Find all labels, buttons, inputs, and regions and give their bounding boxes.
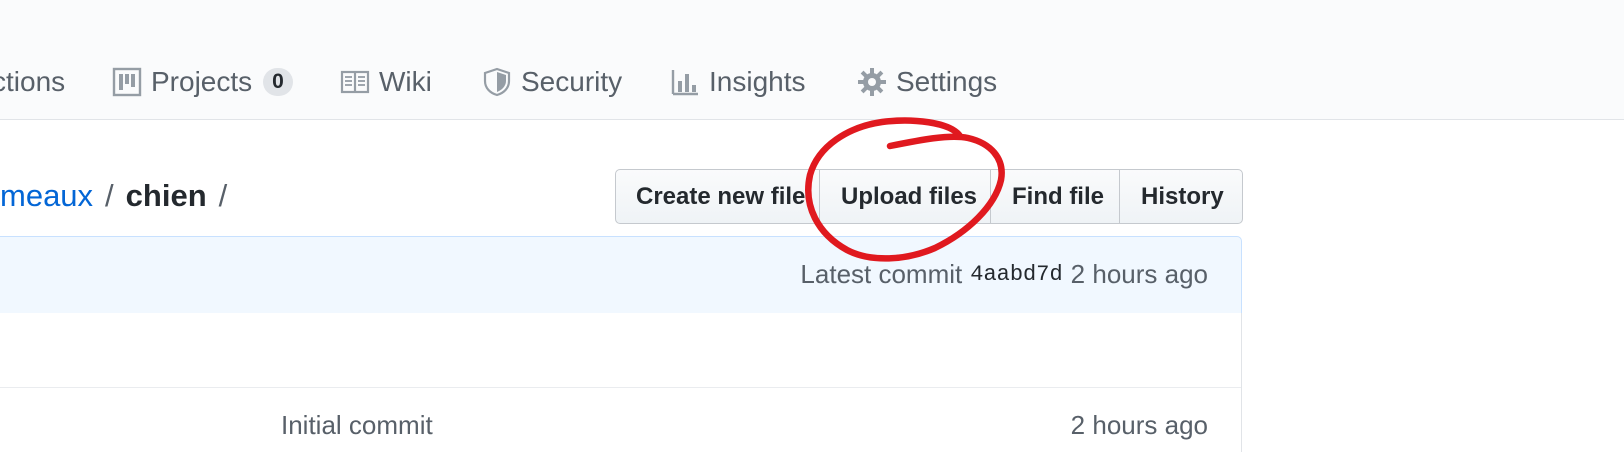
book-icon <box>340 70 370 94</box>
find-file-button[interactable]: Find file <box>991 170 1120 223</box>
nav-tab-security[interactable]: Security <box>482 60 622 104</box>
breadcrumb-parent-link[interactable]: meaux <box>0 178 93 214</box>
table-row[interactable] <box>0 313 1241 388</box>
graph-icon <box>671 70 698 96</box>
table-row[interactable]: Initial commit 2 hours ago <box>0 388 1241 452</box>
nav-tab-actions[interactable]: ctions <box>0 60 65 104</box>
file-actions-button-group: Create new file Upload files Find file H… <box>615 169 1243 224</box>
projects-count-badge: 0 <box>263 68 293 96</box>
latest-commit-label: Latest commit <box>800 259 963 289</box>
nav-tab-wiki[interactable]: Wiki <box>340 60 432 104</box>
breadcrumb-trailing-separator: / <box>218 178 228 213</box>
file-list: Initial commit 2 hours ago <box>0 313 1242 452</box>
nav-tab-settings-label: Settings <box>896 66 998 97</box>
nav-tab-actions-label: ctions <box>0 66 66 97</box>
repo-nav: ctions Projects 0 Wiki Security <box>0 0 1624 120</box>
nav-tab-projects[interactable]: Projects 0 <box>112 60 293 104</box>
breadcrumb-current-folder: chien <box>125 178 207 213</box>
shield-icon <box>483 67 511 97</box>
row-age: 2 hours ago <box>1070 410 1208 440</box>
nav-tab-insights[interactable]: Insights <box>670 60 806 104</box>
nav-tab-settings[interactable]: Settings <box>857 60 997 104</box>
project-board-icon <box>112 67 142 97</box>
breadcrumb: meaux / chien / <box>0 174 239 218</box>
create-new-file-button[interactable]: Create new file <box>616 170 820 223</box>
commit-sha-link[interactable]: 4aabd7d <box>970 262 1062 287</box>
latest-commit-bar: Latest commit 4aabd7d 2 hours ago <box>0 236 1242 314</box>
breadcrumb-separator: / <box>105 178 114 213</box>
nav-tab-projects-label: Projects <box>151 66 253 97</box>
commit-message[interactable]: Initial commit <box>281 410 433 441</box>
nav-tab-insights-label: Insights <box>709 66 806 97</box>
nav-tab-wiki-label: Wiki <box>379 66 432 97</box>
commit-age: 2 hours ago <box>1070 259 1208 289</box>
nav-tab-security-label: Security <box>521 66 623 97</box>
history-button[interactable]: History <box>1120 170 1242 223</box>
upload-files-button[interactable]: Upload files <box>820 170 991 223</box>
gear-icon <box>858 68 886 96</box>
latest-commit-info: Latest commit 4aabd7d 2 hours ago <box>800 259 1208 290</box>
